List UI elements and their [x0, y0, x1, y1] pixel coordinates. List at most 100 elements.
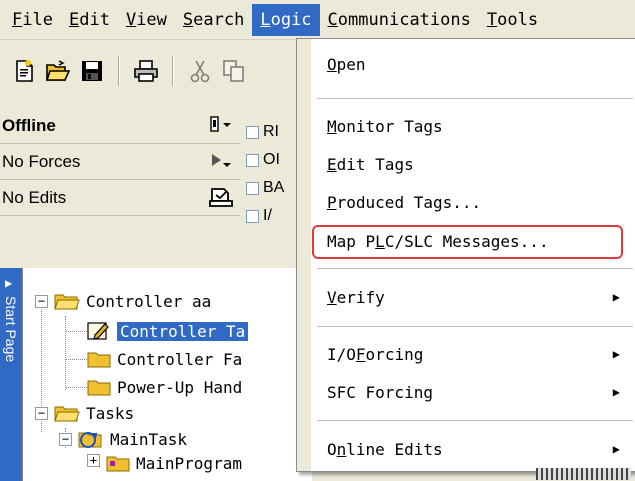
- open-folder-icon: [45, 60, 71, 81]
- tree-node-controller-tags[interactable]: Controller Ta: [87, 318, 249, 344]
- menu-online-edits[interactable]: On line Edits ▶: [311, 430, 635, 468]
- print-button[interactable]: [130, 55, 162, 87]
- edits-document-icon: [209, 188, 233, 207]
- check-row-run[interactable]: RI: [246, 118, 302, 146]
- menu-separator: [317, 268, 633, 269]
- tree-node-powerup[interactable]: Power-Up Hand: [87, 374, 242, 400]
- menu-icon-gutter: [297, 39, 311, 471]
- controller-status-panel: Offline No Forces No Edits: [0, 108, 240, 260]
- expand-toggle[interactable]: +: [87, 454, 100, 467]
- check-row-ok[interactable]: OI: [246, 146, 302, 174]
- forces-label: No Forces: [2, 151, 81, 171]
- folder-open-icon: [54, 294, 80, 310]
- start-page-label: Start Page: [3, 296, 19, 363]
- mode-dropdown[interactable]: [210, 116, 232, 136]
- save-button[interactable]: [76, 55, 108, 87]
- menu-separator: [317, 420, 633, 421]
- check-row-io[interactable]: I/: [246, 202, 302, 230]
- menu-open-label: pen: [336, 54, 366, 74]
- menu-open-hotkey: O: [327, 54, 337, 74]
- menu-tools-hotkey: T: [486, 9, 498, 30]
- menu-io-forcing-hotkey: F: [355, 344, 366, 364]
- collapse-toggle[interactable]: −: [35, 406, 48, 420]
- menu-produced-tags-label: roduced Tags...: [336, 192, 482, 212]
- menu-edit-tags[interactable]: Edit Tags: [311, 145, 635, 183]
- copy-button[interactable]: [218, 55, 250, 87]
- check-label-battery: BA: [263, 179, 285, 196]
- edits-label: No Edits: [2, 187, 67, 207]
- menu-view[interactable]: View: [118, 4, 175, 36]
- submenu-arrow-icon: ▶: [612, 290, 620, 304]
- menu-sfc-forcing[interactable]: SFC Forcing ▶: [311, 373, 635, 411]
- tree-label-controller-fault: Controller Fa: [117, 349, 243, 369]
- menu-monitor-tags[interactable]: Monitor Tags: [311, 107, 635, 145]
- menu-verify[interactable]: Verify ▶: [311, 278, 635, 316]
- cut-button[interactable]: [184, 55, 216, 87]
- tree-node-main-task[interactable]: − MainTask: [59, 426, 187, 452]
- controller-organizer-tree: − Controller aa Controller Ta Controller…: [22, 268, 312, 481]
- folder-icon: [87, 380, 111, 396]
- expand-arrow-icon[interactable]: ▶: [5, 276, 12, 290]
- menu-file[interactable]: File: [4, 4, 61, 36]
- open-button[interactable]: [42, 55, 74, 87]
- submenu-arrow-icon: ▶: [612, 347, 620, 361]
- tree-node-controller-fault[interactable]: Controller Fa: [87, 346, 242, 372]
- menu-edit[interactable]: Edit: [61, 4, 118, 36]
- menu-io-forcing-label: orcing: [365, 344, 424, 364]
- ok-checkbox[interactable]: [246, 153, 259, 167]
- menu-file-label: ile: [22, 9, 53, 30]
- menu-file-hotkey: F: [12, 9, 23, 30]
- forces-row[interactable]: No Forces: [0, 144, 240, 180]
- mode-row[interactable]: Offline: [0, 108, 240, 144]
- menu-logic[interactable]: Logic: [252, 3, 320, 36]
- tags-edit-icon: [87, 322, 109, 340]
- check-label-run: RI: [263, 123, 279, 140]
- menu-monitor-tags-label: onitor Tags: [336, 116, 443, 136]
- edits-icon-wrap: [208, 186, 234, 215]
- check-label-io: I/: [263, 207, 272, 224]
- new-file-button[interactable]: [8, 55, 40, 87]
- copy-icon: [223, 60, 244, 82]
- menu-search-hotkey: S: [182, 9, 194, 30]
- menu-produced-tags-hotkey: P: [327, 192, 337, 212]
- tree-label-main-task: MainTask: [110, 429, 188, 449]
- tree-label-main-program: MainProgram: [136, 454, 242, 473]
- forces-dropdown[interactable]: [210, 152, 232, 174]
- tree-node-controller[interactable]: − Controller aa: [35, 288, 211, 314]
- menu-sfc-forcing-label: SFC Forcing: [327, 382, 433, 402]
- highlight-callout: [312, 225, 623, 259]
- menu-communications[interactable]: Communications: [320, 4, 479, 36]
- key-switch-icon: [210, 116, 231, 132]
- menu-io-forcing[interactable]: I/O Forcing ▶: [311, 335, 635, 373]
- tree-node-main-program[interactable]: + MainProgram: [87, 454, 242, 474]
- menu-online-edits-hotkey: n: [336, 439, 347, 459]
- tree-node-tasks[interactable]: − Tasks: [35, 400, 134, 426]
- battery-checkbox[interactable]: [246, 181, 259, 195]
- save-disk-icon: [82, 61, 102, 81]
- check-row-bat[interactable]: BA: [246, 174, 302, 202]
- menu-open[interactable]: Open: [311, 45, 635, 83]
- menu-communications-label: ommunications: [337, 9, 471, 30]
- submenu-arrow-icon: ▶: [612, 385, 620, 399]
- tree-connector: [65, 331, 87, 332]
- menu-edit-tags-hotkey: E: [327, 154, 337, 174]
- menu-edit-tags-label: dit Tags: [336, 154, 414, 174]
- collapse-toggle[interactable]: −: [35, 294, 48, 308]
- tree-connector: [65, 316, 66, 390]
- program-folder-icon: [106, 456, 130, 472]
- menu-edit-hotkey: E: [68, 9, 80, 30]
- io-checkbox[interactable]: [246, 209, 259, 223]
- menu-separator: [317, 98, 633, 99]
- edits-row[interactable]: No Edits: [0, 180, 240, 216]
- collapse-toggle[interactable]: −: [59, 432, 72, 446]
- start-page-tab[interactable]: ▶ Start Page: [0, 268, 22, 481]
- folder-icon: [87, 352, 111, 368]
- run-checkbox[interactable]: [246, 125, 259, 139]
- menu-tools[interactable]: Tools: [479, 4, 546, 36]
- task-icon: [78, 432, 102, 448]
- menu-search[interactable]: Search: [175, 4, 252, 36]
- tree-label-powerup: Power-Up Hand: [117, 377, 243, 397]
- tree-connector: [65, 359, 87, 360]
- status-checkbox-group: RI OI BA I/: [246, 118, 302, 230]
- menu-produced-tags[interactable]: Produced Tags...: [311, 183, 635, 221]
